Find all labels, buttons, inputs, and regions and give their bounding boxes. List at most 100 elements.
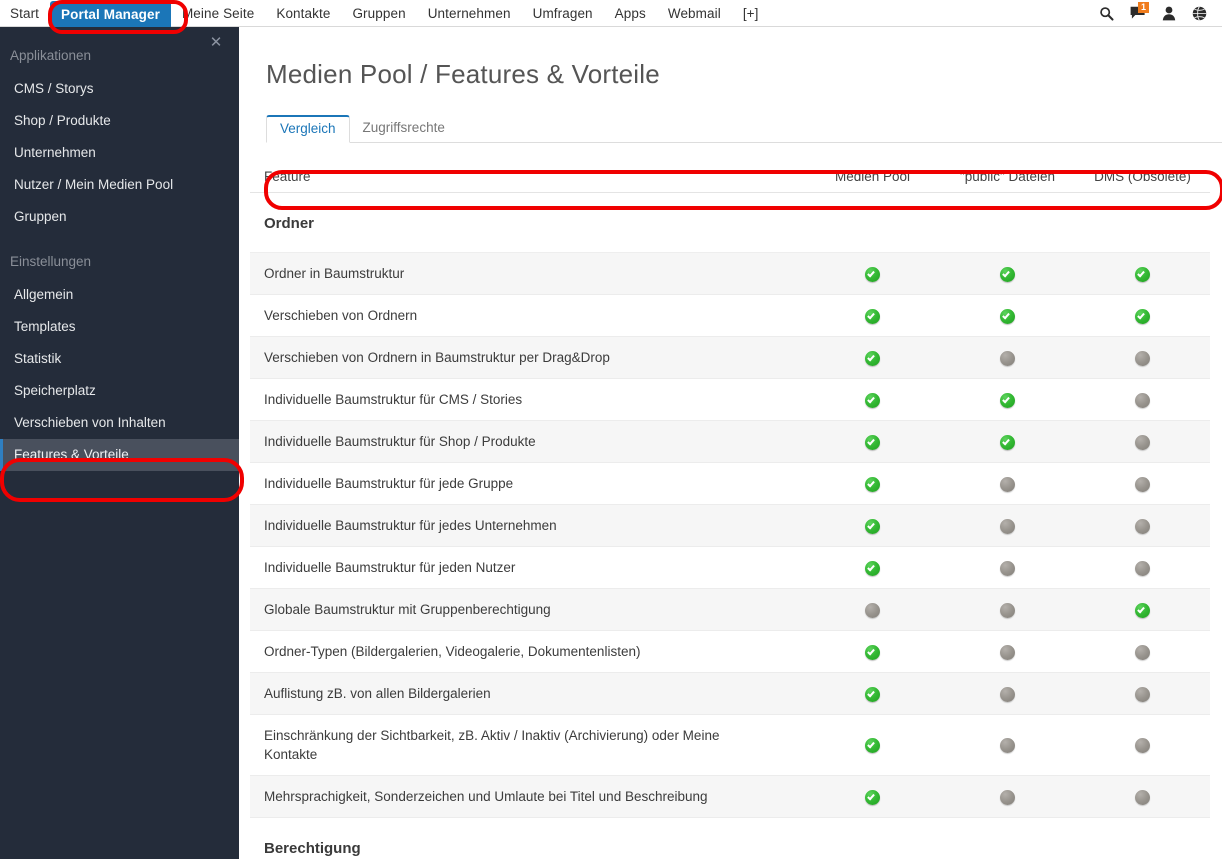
unavailable-icon [1000, 518, 1015, 534]
sidebar-item-unternehmen[interactable]: Unternehmen [0, 137, 239, 169]
nav-item-kontakte[interactable]: Kontakte [265, 0, 341, 27]
nav-item-[interactable]: [+] [732, 0, 770, 27]
nav-item-unternehmen[interactable]: Unternehmen [417, 0, 522, 27]
table-row: Globale Baumstruktur mit Gruppenberechti… [250, 588, 1210, 631]
nav-item-webmail[interactable]: Webmail [657, 0, 732, 27]
sidebar-groups: Applikationen CMS / Storys Shop / Produkte… [0, 45, 239, 471]
nav-item-start[interactable]: Start [0, 0, 50, 27]
table-row: Individuelle Baumstruktur für jede Grupp… [250, 462, 1210, 505]
support-cell-1 [805, 546, 940, 589]
support-cell-3 [1075, 775, 1210, 818]
support-cell-1 [805, 462, 940, 505]
support-cell-1 [805, 672, 940, 715]
tab-vergleich[interactable]: Vergleich [266, 115, 350, 143]
nav-item-meine-seite[interactable]: Meine Seite [171, 0, 265, 27]
message-badge-count: 1 [1138, 1, 1149, 13]
sidebar: ✕ Applikationen CMS / Storys Shop / Produk… [0, 27, 239, 859]
table-row: Ordner-Typen (Bildergalerien, Videogaler… [250, 630, 1210, 673]
column-header-feature: Feature [250, 163, 805, 193]
support-cell-3 [1075, 420, 1210, 463]
feature-label: Auflistung zB. von allen Bildergalerien [250, 672, 805, 715]
table-body: Ordner Ordner in Baumstruktur Verschieben … [250, 192, 1210, 859]
check-icon [1000, 392, 1015, 408]
check-icon [865, 434, 880, 450]
unavailable-icon [865, 602, 880, 618]
sidebar-group-title-einstellungen: Einstellungen [10, 254, 92, 269]
check-icon [1000, 434, 1015, 450]
sidebar-group-title-applikationen: Applikationen [10, 48, 92, 63]
support-cell-2 [940, 775, 1075, 818]
feature-label: Individuelle Baumstruktur für Shop / Pro… [250, 420, 805, 463]
support-cell-1 [805, 420, 940, 463]
sidebar-item-nutzer-mein-medien-pool[interactable]: Nutzer / Mein Medien Pool [0, 169, 239, 201]
nav-item-portal-manager[interactable]: Portal Manager [50, 1, 171, 27]
sidebar-item-gruppen[interactable]: Gruppen [0, 201, 239, 233]
search-icon[interactable] [1098, 5, 1115, 22]
unavailable-icon [1135, 350, 1150, 366]
sidebar-item-allgemein[interactable]: Allgemein [0, 279, 239, 311]
nav-item-gruppen[interactable]: Gruppen [341, 0, 416, 27]
check-icon [865, 644, 880, 660]
sidebar-item-templates[interactable]: Templates [0, 311, 239, 343]
unavailable-icon [1135, 518, 1150, 534]
support-cell-3 [1075, 462, 1210, 505]
table-row: Individuelle Baumstruktur für jeden Nutz… [250, 546, 1210, 589]
check-icon [865, 789, 880, 805]
sidebar-item-cms-storys[interactable]: CMS / Storys [0, 73, 239, 105]
feature-label: Ordner in Baumstruktur [250, 252, 805, 295]
support-cell-2 [940, 336, 1075, 379]
support-cell-2 [940, 714, 1075, 776]
close-icon[interactable]: ✕ [207, 33, 225, 51]
feature-label: Ordner-Typen (Bildergalerien, Videogaler… [250, 630, 805, 673]
feature-label: Verschieben von Ordnern in Baumstruktur … [250, 336, 805, 379]
support-cell-3 [1075, 252, 1210, 295]
support-cell-1 [805, 775, 940, 818]
support-cell-3 [1075, 714, 1210, 776]
feature-label: Einschränkung der Sichtbarkeit, zB. Akti… [250, 714, 805, 776]
sidebar-item-features-vorteile[interactable]: Features & Vorteile [0, 439, 239, 471]
top-navigation-bar: Start Portal Manager Meine Seite Kontakte Gr… [0, 0, 1222, 27]
check-icon [865, 560, 880, 576]
feature-label: Individuelle Baumstruktur für CMS / Stor… [250, 378, 805, 421]
support-cell-3 [1075, 378, 1210, 421]
unavailable-icon [1000, 644, 1015, 660]
globe-icon[interactable] [1191, 5, 1208, 22]
check-icon [1135, 266, 1150, 282]
nav-item-umfragen[interactable]: Umfragen [522, 0, 604, 27]
nav-item-apps[interactable]: Apps [604, 0, 657, 27]
support-cell-2 [940, 378, 1075, 421]
support-cell-3 [1075, 504, 1210, 547]
support-cell-3 [1075, 336, 1210, 379]
table-head: Feature Medien Pool "public" Dateien DMS… [250, 163, 1210, 193]
sidebar-item-shop-produkte[interactable]: Shop / Produkte [0, 105, 239, 137]
check-icon [865, 686, 880, 702]
section-title: Ordner [250, 192, 1210, 253]
check-icon [1135, 602, 1150, 618]
unavailable-icon [1000, 602, 1015, 618]
sidebar-item-statistik[interactable]: Statistik [0, 343, 239, 375]
table-section-header: Berechtigung [250, 817, 1210, 859]
user-icon[interactable] [1160, 5, 1177, 22]
unavailable-icon [1135, 392, 1150, 408]
sidebar-item-speicherplatz[interactable]: Speicherplatz [0, 375, 239, 407]
tab-zugriffsrechte[interactable]: Zugriffsrechte [350, 115, 458, 143]
table-row: Verschieben von Ordnern [250, 294, 1210, 337]
message-icon[interactable]: 1 [1129, 1, 1149, 22]
unavailable-icon [1000, 789, 1015, 805]
support-cell-1 [805, 378, 940, 421]
unavailable-icon [1135, 434, 1150, 450]
unavailable-icon [1135, 738, 1150, 754]
check-icon [865, 266, 880, 282]
unavailable-icon [1135, 476, 1150, 492]
unavailable-icon [1135, 789, 1150, 805]
sidebar-item-verschieben-von-inhalten[interactable]: Verschieben von Inhalten [0, 407, 239, 439]
unavailable-icon [1000, 686, 1015, 702]
unavailable-icon [1135, 686, 1150, 702]
check-icon [865, 392, 880, 408]
support-cell-2 [940, 546, 1075, 589]
main-content: Medien Pool / Features & Vorteile Vergle… [239, 27, 1222, 859]
check-icon [865, 518, 880, 534]
check-icon [865, 350, 880, 366]
tab-bar: Vergleich Zugriffsrechte [266, 115, 1222, 143]
support-cell-2 [940, 294, 1075, 337]
